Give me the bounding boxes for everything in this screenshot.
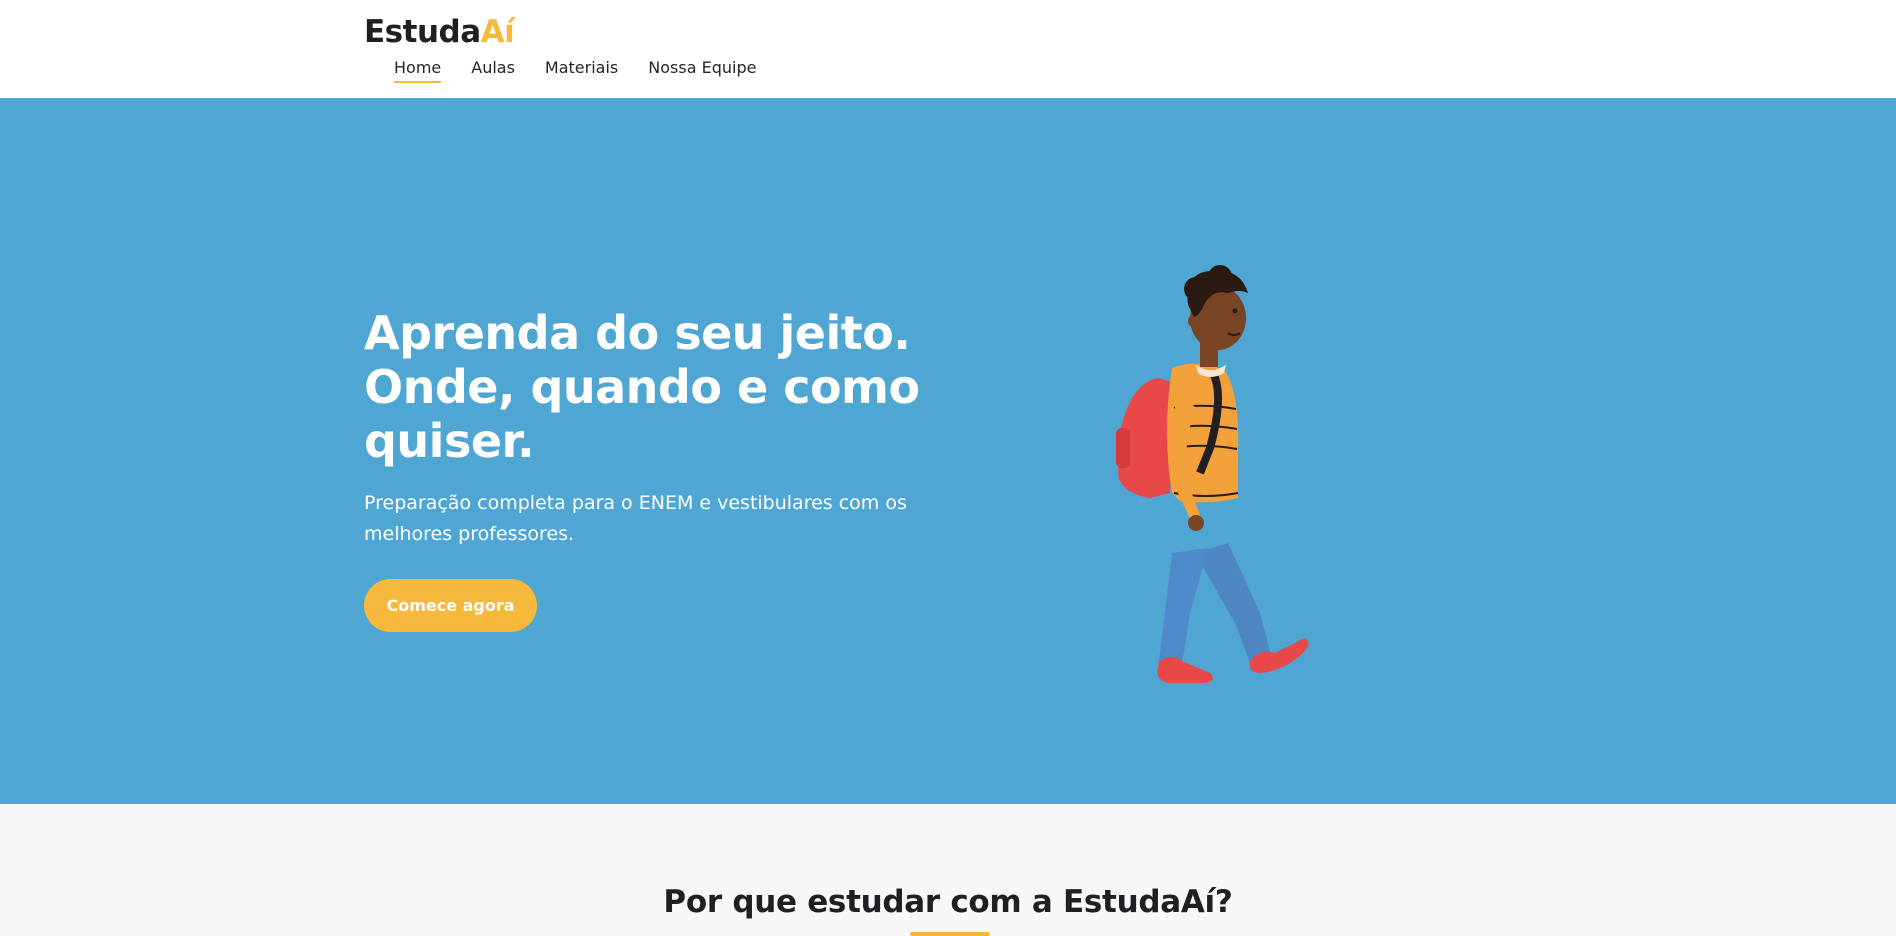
nav-nossa-equipe[interactable]: Nossa Equipe — [648, 58, 756, 83]
logo[interactable]: EstudaAí — [364, 14, 515, 50]
nav-aulas[interactable]: Aulas — [471, 58, 515, 83]
hero-title-line-3: quiser. — [364, 414, 535, 468]
logo-accent: Aí — [480, 14, 515, 50]
site-header: EstudaAí Home Aulas Materiais Nossa Equi… — [0, 0, 1896, 98]
logo-main: Estuda — [364, 14, 481, 50]
student-walking-illustration — [1116, 265, 1309, 683]
features-title-underline — [910, 932, 990, 936]
hero-title: Aprenda do seu jeito. Onde, quando e com… — [364, 306, 964, 468]
hero-section: Aprenda do seu jeito. Onde, quando e com… — [0, 98, 1896, 804]
features-title: Por que estudar com a EstudaAí? — [663, 884, 1233, 920]
hero-title-line-1: Aprenda do seu jeito. — [364, 306, 911, 360]
hero-title-line-2: Onde, quando e como — [364, 360, 920, 414]
start-now-button[interactable]: Comece agora — [364, 579, 537, 632]
hero-subtitle: Preparação completa para o ENEM e vestib… — [364, 492, 907, 545]
nav-home[interactable]: Home — [394, 58, 442, 83]
nav-materiais[interactable]: Materiais — [545, 58, 618, 83]
main-nav: Home Aulas Materiais Nossa Equipe — [394, 58, 756, 83]
features-section: Por que estudar com a EstudaAí? — [0, 804, 1896, 936]
